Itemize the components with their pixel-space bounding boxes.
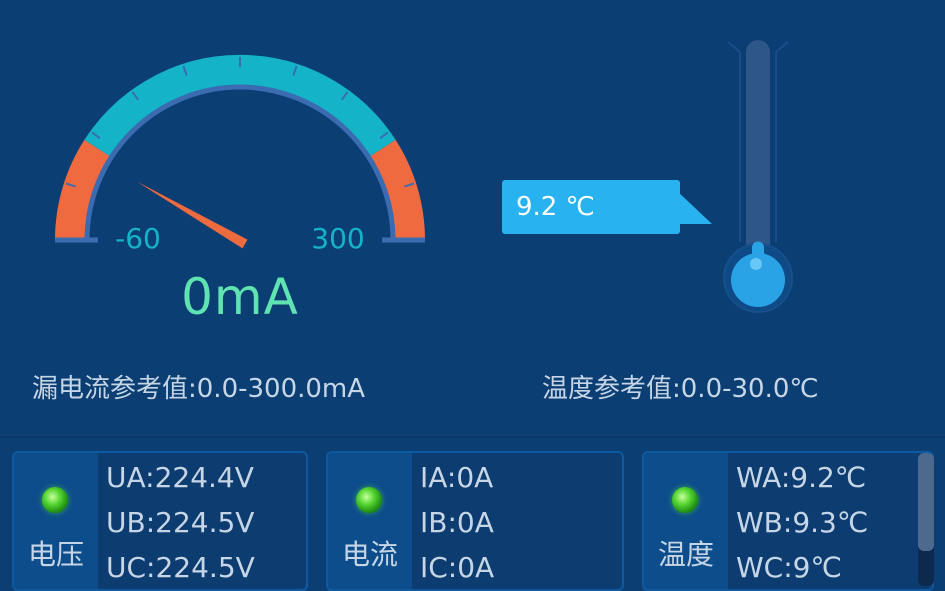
voltage-ua: UA:224.4V: [106, 461, 254, 494]
current-status-led-icon: [356, 487, 382, 513]
voltage-readings: UA:224.4V UB:224.5V UC:224.5V: [106, 455, 255, 589]
temperature-wc: WC:9℃: [736, 551, 842, 584]
voltage-card-label: 电压: [27, 538, 84, 571]
temperature-status-led-icon: [672, 487, 698, 513]
monitor-panel: -60 300 0mA 漏电流参考值:0.0-300.0mA 9.2 ℃ 温度参…: [0, 0, 945, 438]
current-ib: IB:0A: [420, 506, 494, 539]
current-ia: IA:0A: [420, 461, 494, 494]
temperature-card-header: 温度: [644, 453, 728, 589]
gauge-min-label: -60: [115, 222, 161, 255]
status-cards: 电压 UA:224.4V UB:224.5V UC:224.5V 电流 IA:0…: [0, 438, 945, 591]
current-card-label: 电流: [341, 538, 398, 571]
thermometer: [723, 40, 793, 313]
temperature-reference: 温度参考值:0.0-30.0℃: [542, 374, 819, 404]
current-readings: IA:0A IB:0A IC:0A: [420, 455, 495, 589]
gauge-value-label: 0mA: [181, 268, 299, 326]
thermometer-bulb-highlight: [750, 258, 762, 270]
temperature-bubble: 9.2 ℃: [502, 180, 680, 234]
temperature-card-label: 温度: [657, 538, 714, 571]
voltage-ub: UB:224.5V: [106, 506, 255, 539]
temperature-card: 温度 WA:9.2℃ WB:9.3℃ WC:9℃: [642, 451, 934, 591]
voltage-card-header: 电压: [14, 453, 98, 589]
gauge-max-label: 300: [311, 222, 364, 255]
temperature-readings: WA:9.2℃ WB:9.3℃ WC:9℃: [736, 455, 869, 589]
voltage-status-led-icon: [42, 487, 68, 513]
temperature-wb: WB:9.3℃: [736, 506, 869, 539]
cards-scrollbar[interactable]: [918, 453, 934, 586]
current-ic: IC:0A: [420, 551, 495, 584]
voltage-card: 电压 UA:224.4V UB:224.5V UC:224.5V: [12, 451, 308, 591]
leak-current-gauge: -60 300: [54, 54, 426, 255]
leak-current-reference: 漏电流参考值:0.0-300.0mA: [32, 374, 366, 404]
voltage-uc: UC:224.5V: [106, 551, 255, 584]
temperature-wa: WA:9.2℃: [736, 461, 867, 494]
current-card-header: 电流: [328, 453, 412, 589]
gauge-arc-normal: [84, 54, 396, 157]
thermometer-tube: [746, 40, 770, 260]
current-card: 电流 IA:0A IB:0A IC:0A: [326, 451, 624, 591]
cards-scrollbar-thumb[interactable]: [918, 453, 934, 551]
